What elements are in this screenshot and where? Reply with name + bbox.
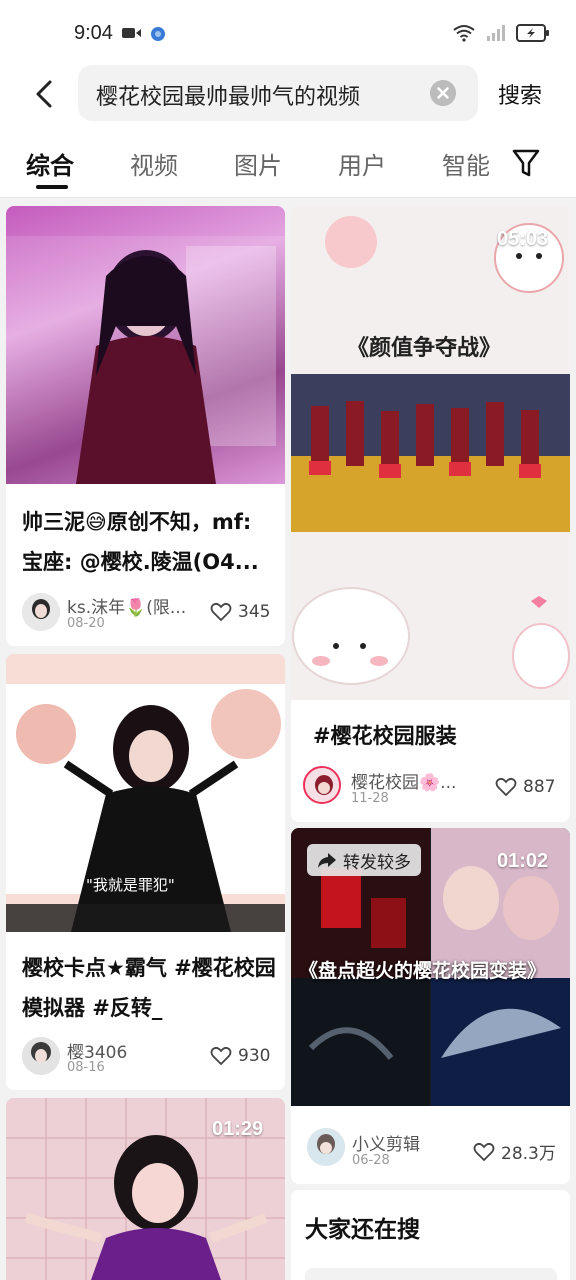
share-arrow-icon: [318, 853, 336, 868]
tab-users[interactable]: 用户: [338, 146, 386, 181]
tab-smart[interactable]: 智能: [442, 146, 490, 181]
heart-icon: [473, 1142, 495, 1161]
result-card[interactable]: "我就是罪犯" 樱校卡点★霸气 #樱花校园模拟器 #反转_ 樱3406 08-1…: [6, 654, 285, 1090]
post-date: 08-16: [67, 1060, 105, 1075]
heart-icon: [210, 1046, 232, 1066]
avatar[interactable]: [307, 1128, 345, 1166]
thumbnail-caption: "我就是罪犯": [86, 876, 175, 894]
tab-comprehensive[interactable]: 综合: [26, 146, 74, 181]
video-duration: 01:02: [497, 850, 549, 872]
battery-icon: [516, 24, 549, 42]
app-notification-icon: [151, 27, 165, 41]
author-name[interactable]: ks.沫年🌷(限...: [67, 593, 197, 618]
related-searches-title: 大家还在搜: [305, 1217, 420, 1243]
thumbnail-caption: 《盘点超火的樱花校园变装》: [299, 960, 547, 982]
like-count[interactable]: 887: [495, 777, 555, 797]
result-card[interactable]: 01:29: [6, 1098, 285, 1280]
like-count[interactable]: 28.3万: [473, 1139, 556, 1164]
post-date: 06-28: [352, 1153, 390, 1168]
author-name[interactable]: 小义剪辑: [352, 1130, 482, 1155]
status-time: 9:04: [74, 22, 113, 44]
like-count-text: 28.3万: [501, 1144, 556, 1164]
related-searches-card: 大家还在搜: [291, 1190, 570, 1280]
video-duration: 05:03: [497, 228, 549, 250]
like-count-text: 930: [238, 1046, 271, 1066]
tab-bar: 综合 视频 图片 用户 智能: [0, 126, 576, 198]
active-tab-indicator: [36, 185, 68, 189]
result-card[interactable]: 05:03 《颜值争夺战》 #樱花校园服装 直播 樱花校园🌸... 11-28 …: [291, 206, 570, 822]
like-count[interactable]: 345: [210, 602, 270, 622]
wifi-icon: [453, 25, 475, 42]
post-date: 08-20: [67, 616, 105, 631]
card-title[interactable]: #樱花校园服装: [313, 716, 553, 756]
share-badge: 转发较多: [307, 844, 421, 876]
video-thumbnail[interactable]: [6, 206, 285, 484]
like-count[interactable]: 930: [210, 1046, 270, 1066]
result-card[interactable]: 帅三泥😅原创不知，mf:宝座: @樱校.陵温(O4... ks.沫年🌷(限...…: [6, 206, 285, 646]
card-title[interactable]: 樱校卡点★霸气 #樱花校园模拟器 #反转_: [22, 948, 280, 1028]
result-card[interactable]: 转发较多 01:02 《盘点超火的樱花校园变装》 小义剪辑 06-28 28.3…: [291, 828, 570, 1184]
avatar[interactable]: [22, 593, 60, 631]
signal-icon: [487, 25, 505, 41]
heart-icon: [495, 777, 517, 797]
like-count-text: 345: [238, 602, 271, 622]
search-query-text[interactable]: 樱花校园最帅最帅气的视频: [96, 79, 360, 111]
status-bar: 9:04: [0, 0, 576, 64]
related-search-chip[interactable]: [305, 1268, 557, 1280]
back-arrow-icon[interactable]: [28, 76, 64, 112]
tab-videos[interactable]: 视频: [130, 146, 178, 181]
clear-icon[interactable]: [430, 80, 456, 106]
video-record-icon: [122, 28, 141, 38]
anime-character-image: [6, 236, 285, 484]
share-badge-label: 转发较多: [343, 852, 411, 873]
video-thumbnail[interactable]: [291, 206, 570, 700]
heart-icon: [210, 602, 232, 622]
filter-icon[interactable]: [512, 148, 540, 178]
status-right-icons: [452, 24, 550, 42]
like-count-text: 887: [523, 777, 556, 797]
video-duration: 01:29: [212, 1118, 264, 1140]
search-row: 樱花校园最帅最帅气的视频 搜索: [0, 64, 576, 126]
school-uniform-group-image: [291, 206, 570, 700]
avatar[interactable]: [22, 1037, 60, 1075]
status-left-icons: [122, 26, 166, 42]
avatar[interactable]: [303, 766, 341, 804]
card-title[interactable]: 帅三泥😅原创不知，mf:宝座: @樱校.陵温(O4...: [22, 502, 272, 582]
post-date: 11-28: [351, 791, 389, 806]
tab-images[interactable]: 图片: [234, 146, 282, 181]
search-button[interactable]: 搜索: [498, 78, 542, 110]
author-name[interactable]: 樱花校园🌸...: [351, 768, 466, 793]
thumbnail-caption: 《颜值争夺战》: [347, 336, 502, 361]
search-input[interactable]: 樱花校园最帅最帅气的视频: [78, 65, 478, 121]
